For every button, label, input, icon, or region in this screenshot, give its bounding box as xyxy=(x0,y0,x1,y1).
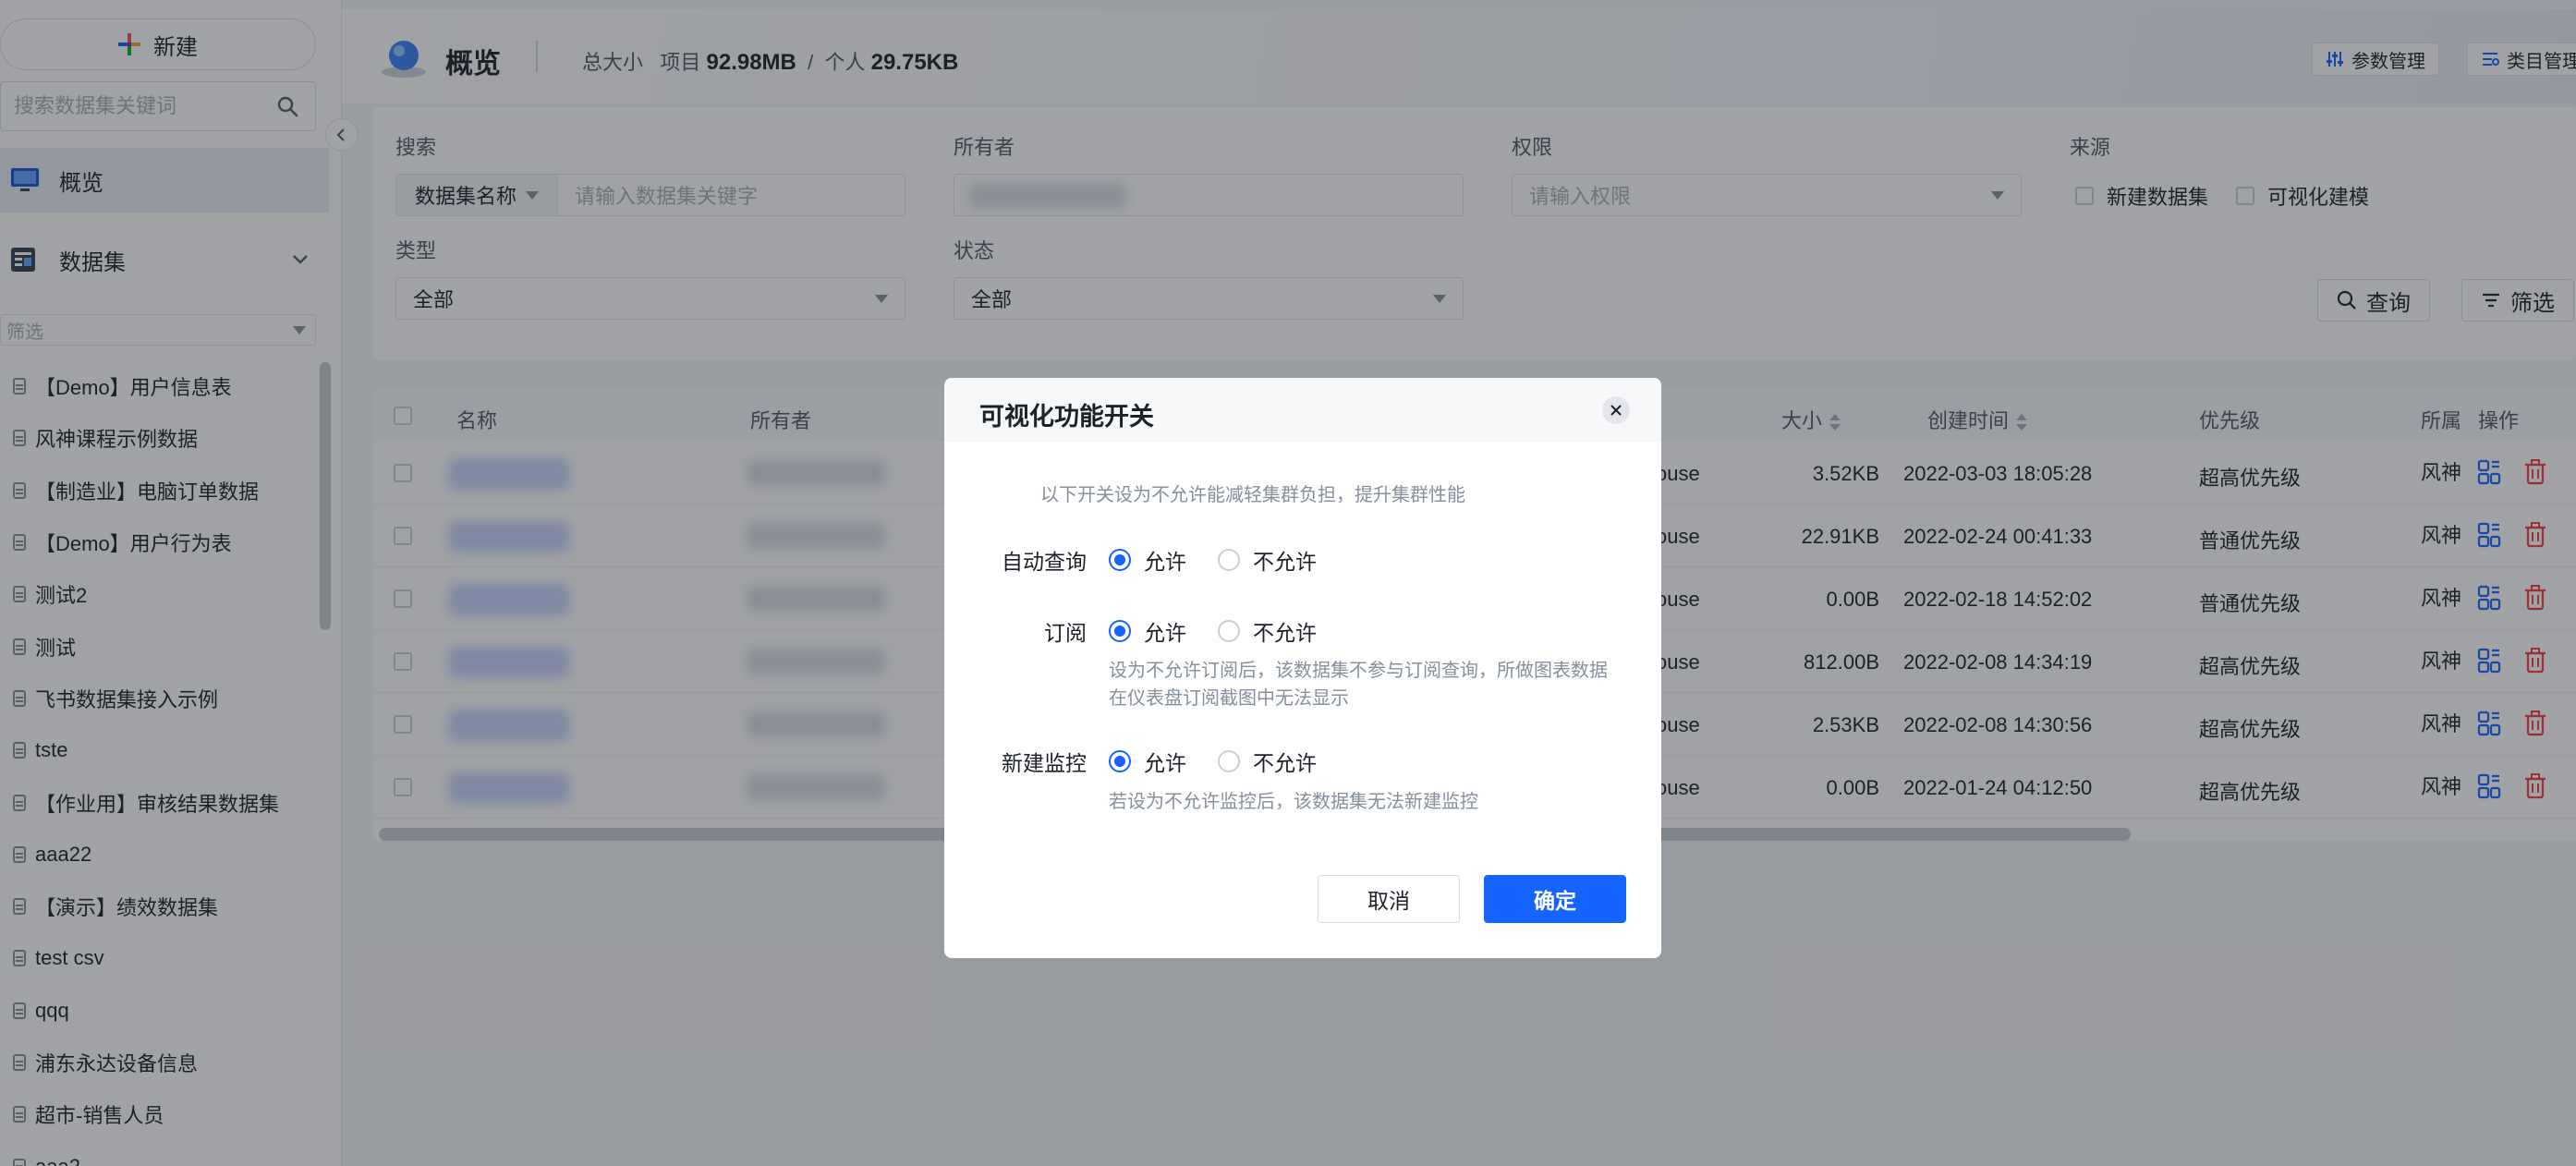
auto-query-label: 自动查询 xyxy=(1002,550,1087,574)
confirm-button[interactable]: 确定 xyxy=(1484,875,1626,923)
new-monitor-disallow-label: 不允许 xyxy=(1253,751,1317,775)
subscribe-label: 订阅 xyxy=(1044,621,1087,645)
radio-unchecked[interactable] xyxy=(1218,620,1240,642)
subscribe-allow-radio[interactable]: 允许 xyxy=(1109,615,1186,647)
new-monitor-label: 新建监控 xyxy=(1002,751,1087,775)
subscribe-disallow-label: 不允许 xyxy=(1253,621,1317,645)
new-monitor-allow-radio[interactable]: 允许 xyxy=(1109,746,1186,777)
dialog-header: 可视化功能开关 xyxy=(944,378,1661,443)
cancel-button[interactable]: 取消 xyxy=(1318,875,1460,923)
radio-unchecked[interactable] xyxy=(1218,549,1240,571)
auto-query-disallow-radio[interactable]: 不允许 xyxy=(1218,544,1317,576)
close-icon xyxy=(1610,405,1622,416)
radio-checked[interactable] xyxy=(1109,620,1131,642)
close-button[interactable] xyxy=(1602,396,1630,424)
auto-query-disallow-label: 不允许 xyxy=(1253,550,1317,574)
subscribe-hint-line-2: 在仪表盘订阅截图中无法显示 xyxy=(1109,688,1349,709)
radio-checked[interactable] xyxy=(1109,750,1131,772)
radio-checked[interactable] xyxy=(1109,549,1131,571)
new-monitor-allow-label: 允许 xyxy=(1144,751,1186,775)
subscribe-disallow-radio[interactable]: 不允许 xyxy=(1218,615,1317,647)
new-monitor-hint: 若设为不允许监控后，该数据集无法新建监控 xyxy=(1109,792,1478,812)
dialog-description: 以下开关设为不允许能减轻集群负担，提升集群性能 xyxy=(1040,485,1465,505)
radio-unchecked[interactable] xyxy=(1218,750,1240,772)
visual-feature-switch-dialog: 可视化功能开关 以下开关设为不允许能减轻集群负担，提升集群性能 自动查询 允许 … xyxy=(944,378,1661,958)
subscribe-hint-line-1: 设为不允许订阅后，该数据集不参与订阅查询，所做图表数据 xyxy=(1109,661,1608,681)
dialog-title: 可视化功能开关 xyxy=(979,403,1154,431)
auto-query-allow-radio[interactable]: 允许 xyxy=(1109,544,1186,576)
auto-query-allow-label: 允许 xyxy=(1144,550,1186,574)
subscribe-allow-label: 允许 xyxy=(1144,621,1186,645)
new-monitor-disallow-radio[interactable]: 不允许 xyxy=(1218,746,1317,777)
